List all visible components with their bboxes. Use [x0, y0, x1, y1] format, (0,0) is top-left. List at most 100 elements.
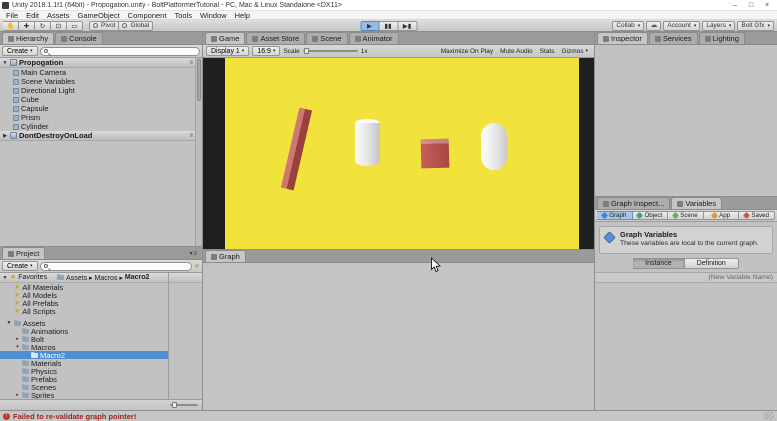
menubar-item[interactable]: Assets	[43, 11, 74, 20]
scene-menu-icon[interactable]	[189, 60, 193, 66]
hand-tool[interactable]: ✋	[3, 21, 19, 31]
rotate-tool[interactable]: ↻	[35, 21, 51, 31]
scene-menu-icon[interactable]	[189, 133, 193, 139]
variables-scope-app[interactable]: App	[704, 211, 740, 220]
foldout-arrow-icon[interactable]	[2, 133, 8, 139]
menubar-item[interactable]: Tools	[170, 11, 196, 20]
foldout-arrow-icon[interactable]	[6, 320, 12, 326]
foldout-arrow-icon[interactable]	[2, 60, 8, 66]
variables-scope-saved[interactable]: Saved	[739, 211, 775, 220]
tab-variables[interactable]: Variables	[671, 197, 722, 209]
minimize-button[interactable]: –	[727, 2, 743, 9]
favorite-star-icon[interactable]	[194, 263, 200, 270]
assets-root[interactable]: Assets	[0, 319, 168, 327]
hierarchy-search-input[interactable]	[50, 47, 196, 55]
folder-macros[interactable]: ▾Macros	[0, 343, 168, 351]
slider-thumb[interactable]	[304, 48, 309, 54]
project-create-button[interactable]: Create	[2, 261, 38, 271]
column-divider[interactable]	[168, 273, 169, 399]
collab-dropdown[interactable]: Collab	[612, 21, 644, 31]
scene-header-dontdestroyonload[interactable]: DontDestroyOnLoad	[0, 131, 195, 141]
status-bar[interactable]: ! Failed to re-validate graph pointer!	[0, 410, 777, 421]
definition-mode-tab[interactable]: Definition	[685, 258, 739, 269]
folder-physics[interactable]: Physics	[0, 367, 168, 375]
stats-toggle[interactable]: Stats	[537, 46, 558, 56]
folder-bolt[interactable]: ▸Bolt	[0, 335, 168, 343]
hierarchy-scrollbar[interactable]	[195, 58, 202, 246]
tab-graph-inspector[interactable]: Graph Inspect...	[597, 197, 670, 209]
gizmos-dropdown[interactable]: Gizmos	[558, 46, 591, 56]
layers-dropdown[interactable]: Layers	[702, 21, 735, 31]
pause-button[interactable]: ▮▮	[379, 21, 398, 31]
tab-services[interactable]: Services	[649, 32, 698, 44]
tab-lighting[interactable]: Lighting	[699, 32, 745, 44]
menubar-item[interactable]: Window	[196, 11, 231, 20]
menubar-item[interactable]: Help	[231, 11, 254, 20]
variables-scope-object[interactable]: Object	[633, 211, 669, 220]
hierarchy-item[interactable]: Cube	[0, 95, 195, 104]
asset-macro2[interactable]: Macro2	[0, 351, 168, 359]
folder-prefabs[interactable]: Prefabs	[0, 375, 168, 383]
folder-sprites[interactable]: ▸Sprites	[0, 391, 168, 399]
scale-slider[interactable]	[303, 50, 358, 52]
tab-game[interactable]: Game	[205, 32, 245, 44]
folder-scenes[interactable]: Scenes	[0, 383, 168, 391]
maximize-button[interactable]: □	[743, 2, 759, 9]
tab-graph[interactable]: Graph	[205, 250, 246, 262]
hierarchy-item[interactable]: Main Camera	[0, 68, 195, 77]
resize-grip[interactable]	[764, 412, 774, 420]
account-dropdown[interactable]: Account	[663, 21, 700, 31]
tab-hierarchy[interactable]: Hierarchy	[2, 32, 54, 44]
cloud-button[interactable]: ☁	[646, 21, 661, 31]
scrollbar-thumb[interactable]	[197, 59, 201, 101]
project-search-input[interactable]	[50, 262, 188, 270]
close-button[interactable]: ×	[759, 2, 775, 9]
aspect-label: 16:9	[257, 48, 271, 55]
hierarchy-search	[40, 47, 200, 56]
mute-audio-toggle[interactable]: Mute Audio	[497, 46, 536, 56]
breadcrumb[interactable]: Assets ▸ Macros ▸ Macro2	[57, 274, 149, 282]
layout-dropdown[interactable]: Bolt Gfx	[737, 21, 774, 31]
tab-project[interactable]: Project	[2, 247, 45, 259]
menubar-item[interactable]: Component	[124, 11, 171, 20]
hierarchy-item[interactable]: Capsule	[0, 104, 195, 113]
tab-console[interactable]: Console	[55, 32, 103, 44]
menubar-item[interactable]: File	[2, 11, 22, 20]
menubar-item[interactable]: GameObject	[74, 11, 124, 20]
instance-mode-tab[interactable]: Instance	[633, 258, 684, 269]
panel-menu-icon[interactable]	[187, 250, 200, 257]
pivot-toggle-button[interactable]: Pivot	[89, 21, 119, 31]
rect-tool[interactable]: ▭	[67, 21, 83, 31]
hierarchy-item[interactable]: Scene Variables	[0, 77, 195, 86]
graph-canvas[interactable]	[203, 263, 594, 410]
menubar-item[interactable]: Edit	[22, 11, 43, 20]
tab-inspector[interactable]: Inspector	[597, 32, 648, 44]
folder-animations[interactable]: Animations	[0, 327, 168, 335]
icon-size-slider[interactable]	[170, 404, 198, 406]
tab-animator[interactable]: Animator	[349, 32, 399, 44]
hierarchy-create-button[interactable]: Create	[2, 46, 38, 56]
scene-header-propogation[interactable]: Propogation	[0, 58, 195, 68]
tab-asset-store[interactable]: Asset Store	[246, 32, 305, 44]
variables-scope-scene[interactable]: Scene	[668, 211, 704, 220]
hierarchy-item[interactable]: Directional Light	[0, 86, 195, 95]
play-button[interactable]: ▶	[360, 21, 379, 31]
aspect-dropdown[interactable]: 16:9	[252, 46, 280, 56]
slider-thumb[interactable]	[172, 402, 177, 408]
hierarchy-item[interactable]: Cylinder	[0, 122, 195, 131]
favorites-label[interactable]: Favorites	[18, 274, 47, 281]
scale-tool[interactable]: ⊡	[51, 21, 67, 31]
new-variable-field[interactable]: (New Variable Name)	[595, 272, 777, 283]
folder-materials[interactable]: Materials	[0, 359, 168, 367]
move-tool[interactable]: ✚	[19, 21, 35, 31]
tab-scene[interactable]: Scene	[306, 32, 347, 44]
maximize-on-play-toggle[interactable]: Maximize On Play	[438, 46, 496, 56]
display-dropdown[interactable]: Display 1	[206, 46, 249, 56]
global-toggle-button[interactable]: Global	[119, 21, 153, 31]
variables-scope-graph[interactable]: Graph	[597, 211, 633, 220]
game-canvas[interactable]	[225, 58, 579, 249]
favorites-item[interactable]: All Scripts	[0, 307, 168, 315]
step-button[interactable]: ▶▮	[398, 21, 417, 31]
foldout-arrow-icon[interactable]	[2, 275, 8, 281]
hierarchy-item[interactable]: Prism	[0, 113, 195, 122]
